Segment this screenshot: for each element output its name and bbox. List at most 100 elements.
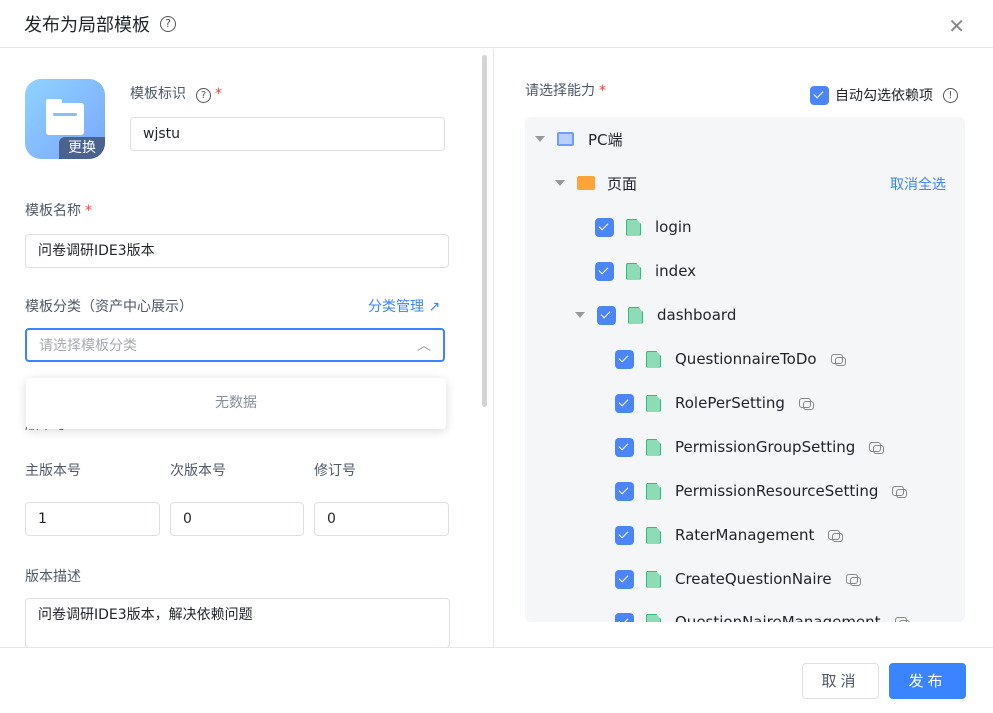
template-name-label: 模板名称 * bbox=[25, 203, 92, 219]
close-icon[interactable]: ✕ bbox=[948, 14, 965, 38]
label-text: 模板名称 bbox=[25, 203, 81, 219]
copy-icon[interactable] bbox=[894, 617, 910, 622]
caret-down-icon[interactable] bbox=[555, 180, 565, 186]
category-dropdown-empty: 无数据 bbox=[26, 378, 446, 429]
node-label: QuestionNaireManagement bbox=[675, 613, 881, 622]
checkbox[interactable] bbox=[615, 393, 634, 413]
template-icon[interactable]: 更换 bbox=[25, 79, 105, 159]
node-label: RolePerSetting bbox=[675, 394, 785, 412]
file-icon bbox=[646, 613, 661, 622]
node-label: PC端 bbox=[588, 130, 623, 149]
tree-node-pc[interactable]: PC端 bbox=[535, 127, 623, 151]
tree-node[interactable]: CreateQuestionNaire bbox=[615, 567, 861, 591]
copy-icon[interactable] bbox=[845, 574, 861, 586]
copy-icon[interactable] bbox=[869, 442, 885, 454]
tree-node[interactable]: RolePerSetting bbox=[615, 391, 814, 415]
tree-node[interactable]: login bbox=[595, 215, 692, 239]
node-label: PermissionGroupSetting bbox=[675, 438, 856, 456]
tree-node[interactable]: PermissionGroupSetting bbox=[615, 435, 885, 459]
tree-node[interactable]: PermissionResourceSetting bbox=[615, 479, 908, 503]
template-id-input[interactable]: wjstu bbox=[130, 117, 445, 151]
caret-down-icon[interactable] bbox=[535, 136, 545, 142]
node-label: CreateQuestionNaire bbox=[675, 570, 832, 588]
folder-icon bbox=[577, 176, 595, 190]
help-icon[interactable]: ? bbox=[160, 15, 176, 32]
category-select[interactable]: 请选择模板分类 ︿ bbox=[25, 328, 445, 362]
capability-panel: 请选择能力 * 自动勾选依赖项 ! PC端 页面 取消全选 login index… bbox=[495, 49, 993, 647]
checkbox[interactable] bbox=[615, 612, 634, 622]
patch-label: 修订号 bbox=[314, 463, 356, 479]
publish-button[interactable]: 发布 bbox=[889, 663, 966, 699]
change-icon-button[interactable]: 更换 bbox=[59, 137, 105, 159]
link-text: 分类管理 bbox=[368, 299, 424, 315]
chevron-up-icon: ︿ bbox=[417, 338, 431, 354]
file-icon bbox=[646, 438, 661, 456]
file-icon bbox=[626, 218, 641, 236]
tree-node[interactable]: QuestionnaireToDo bbox=[615, 347, 846, 371]
external-link-icon: ↗ bbox=[428, 299, 441, 315]
capability-label: 请选择能力 * bbox=[525, 83, 606, 99]
placeholder: 请选择模板分类 bbox=[39, 338, 137, 354]
checkbox-label: 自动勾选依赖项 bbox=[835, 88, 933, 104]
help-icon[interactable]: ? bbox=[196, 88, 211, 103]
copy-icon[interactable] bbox=[828, 530, 844, 542]
tree-node[interactable]: RaterManagement bbox=[615, 523, 844, 547]
file-icon bbox=[646, 350, 661, 368]
form-panel: 更换 模板标识? * wjstu 模板名称 * 问卷调研IDE3版本 模板分类（资产… bbox=[0, 49, 494, 647]
node-label: PermissionResourceSetting bbox=[675, 482, 879, 500]
description-label: 版本描述 bbox=[25, 569, 81, 585]
dialog-footer: 取消 发布 bbox=[0, 647, 993, 713]
tree-node[interactable]: QuestionNaireManagement bbox=[615, 610, 910, 622]
checkbox[interactable] bbox=[615, 569, 634, 589]
category-manage-link[interactable]: 分类管理 ↗ bbox=[368, 296, 440, 316]
description-textarea[interactable]: 问卷调研IDE3版本，解决依赖问题 bbox=[25, 598, 450, 647]
label-text: 模板标识 bbox=[130, 86, 186, 102]
file-icon bbox=[646, 394, 661, 412]
checkbox[interactable] bbox=[615, 481, 634, 501]
tree-node[interactable]: dashboard bbox=[575, 303, 736, 327]
dialog-header: 发布为局部模板 ? ✕ bbox=[0, 0, 993, 48]
category-label: 模板分类（资产中心展示） bbox=[25, 299, 193, 315]
patch-input[interactable]: 0 bbox=[314, 502, 449, 536]
file-icon bbox=[646, 482, 661, 500]
node-label: index bbox=[655, 262, 697, 280]
folder-icon bbox=[46, 99, 84, 135]
copy-icon[interactable] bbox=[830, 354, 846, 366]
scrollbar[interactable] bbox=[482, 55, 487, 407]
file-icon bbox=[646, 570, 661, 588]
node-label: QuestionnaireToDo bbox=[675, 350, 817, 368]
file-icon bbox=[626, 262, 641, 280]
dialog-title: 发布为局部模板 bbox=[24, 14, 150, 36]
tree-node-pages[interactable]: 页面 bbox=[555, 171, 637, 195]
checkbox[interactable] bbox=[615, 525, 634, 545]
major-input[interactable]: 1 bbox=[25, 502, 160, 536]
checkbox[interactable] bbox=[595, 261, 614, 281]
template-id-label: 模板标识? * bbox=[130, 86, 222, 103]
info-icon[interactable]: ! bbox=[943, 87, 958, 103]
deselect-all-link[interactable]: 取消全选 bbox=[890, 174, 946, 194]
minor-input[interactable]: 0 bbox=[170, 502, 304, 536]
copy-icon[interactable] bbox=[892, 486, 908, 498]
checkbox[interactable] bbox=[615, 349, 634, 369]
monitor-icon bbox=[557, 132, 574, 146]
auto-select-checkbox[interactable]: 自动勾选依赖项 ! bbox=[810, 83, 958, 107]
cancel-button[interactable]: 取消 bbox=[802, 663, 879, 699]
major-label: 主版本号 bbox=[25, 463, 81, 479]
minor-label: 次版本号 bbox=[170, 463, 226, 479]
checkbox[interactable] bbox=[595, 217, 614, 237]
capability-tree: PC端 页面 取消全选 login index dashboard Questi… bbox=[525, 117, 965, 622]
node-label: dashboard bbox=[657, 306, 737, 324]
checkbox[interactable] bbox=[615, 437, 634, 457]
template-name-input[interactable]: 问卷调研IDE3版本 bbox=[25, 234, 449, 268]
file-icon bbox=[628, 306, 643, 324]
checkbox[interactable] bbox=[810, 85, 829, 105]
tree-node[interactable]: index bbox=[595, 259, 696, 283]
file-icon bbox=[646, 526, 661, 544]
caret-down-icon[interactable] bbox=[575, 312, 585, 318]
node-label: 页面 bbox=[607, 174, 638, 193]
node-label: RaterManagement bbox=[675, 526, 815, 544]
copy-icon[interactable] bbox=[798, 398, 814, 410]
label-text: 请选择能力 bbox=[525, 83, 595, 99]
checkbox[interactable] bbox=[597, 305, 616, 325]
node-label: login bbox=[655, 218, 692, 236]
